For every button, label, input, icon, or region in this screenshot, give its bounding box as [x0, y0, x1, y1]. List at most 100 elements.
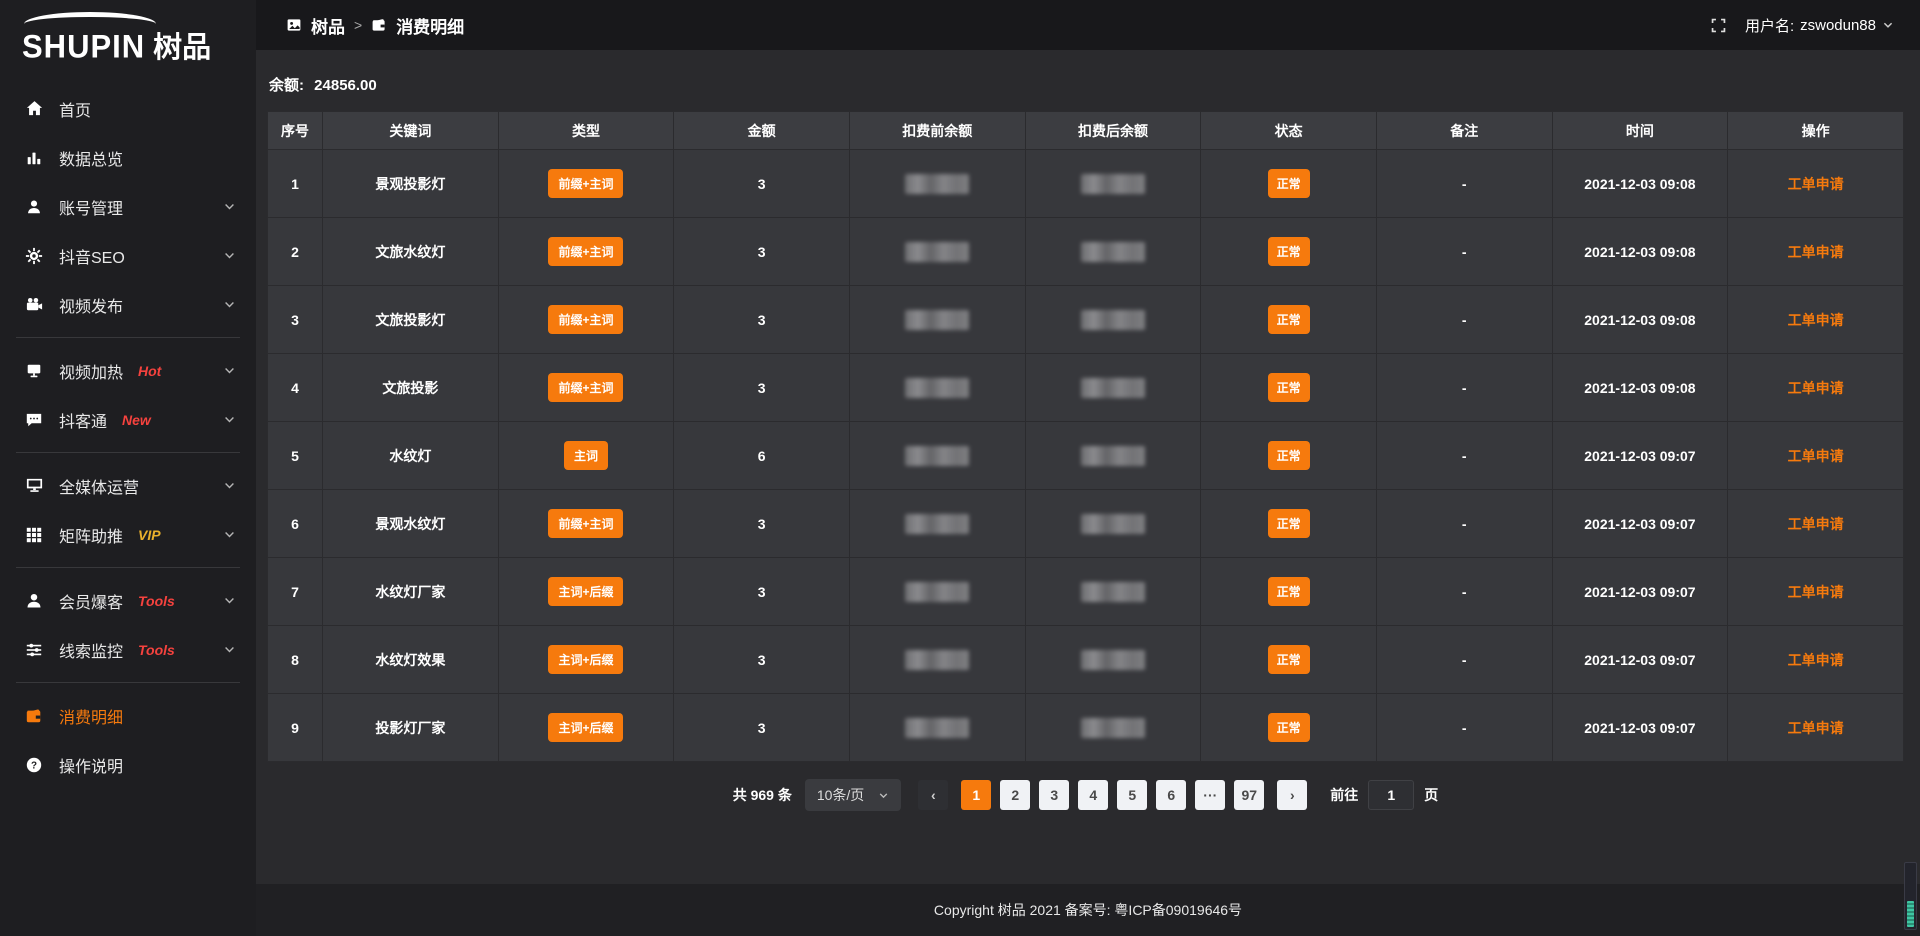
- cell-type: 前缀+主词: [498, 150, 674, 218]
- cell-time: 2021-12-03 09:07: [1552, 626, 1728, 694]
- page-button-97[interactable]: 97: [1234, 780, 1264, 810]
- page-size-select[interactable]: 10条/页: [805, 779, 901, 811]
- sliders-icon: [24, 640, 44, 660]
- work-order-link[interactable]: 工单申请: [1788, 584, 1844, 600]
- video-camera-icon: [24, 295, 44, 315]
- cell-index: 1: [268, 150, 323, 218]
- cell-time: 2021-12-03 09:08: [1552, 218, 1728, 286]
- sidebar-item-7[interactable]: 抖客通New: [0, 395, 256, 444]
- work-order-link[interactable]: 工单申请: [1788, 448, 1844, 464]
- column-header: 备注: [1376, 112, 1552, 150]
- work-order-link[interactable]: 工单申请: [1788, 652, 1844, 668]
- goto-page-input[interactable]: [1368, 780, 1414, 810]
- chevron-down-icon: [223, 528, 236, 541]
- page-button-6[interactable]: 6: [1156, 780, 1186, 810]
- sidebar-item-9[interactable]: 矩阵助推VIP: [0, 510, 256, 559]
- user-menu[interactable]: 用户名: zswodun88: [1745, 15, 1894, 36]
- page-button-5[interactable]: 5: [1117, 780, 1147, 810]
- sidebar-item-12[interactable]: 消费明细: [0, 691, 256, 740]
- sidebar-item-tag: New: [122, 412, 151, 428]
- sidebar-item-4[interactable]: 抖音SEO: [0, 231, 256, 280]
- scrollbar-thumb[interactable]: [1907, 901, 1914, 927]
- cell-type: 主词+后缀: [498, 626, 674, 694]
- cell-balance-before: [849, 558, 1025, 626]
- page-button-1[interactable]: 1: [961, 780, 991, 810]
- prev-page-button[interactable]: ‹: [918, 780, 948, 810]
- page-button-2[interactable]: 2: [1000, 780, 1030, 810]
- masked-balance: [1081, 582, 1145, 602]
- sidebar-item-label: 操作说明: [59, 753, 123, 777]
- cell-balance-after: [1025, 626, 1201, 694]
- member-icon: [24, 591, 44, 611]
- page-size-value: 10条/页: [817, 785, 864, 805]
- sidebar-item-11[interactable]: 线索监控Tools: [0, 625, 256, 674]
- page-ellipsis-button[interactable]: ···: [1195, 780, 1225, 810]
- cell-amount: 3: [674, 150, 850, 218]
- sidebar-item-label: 抖音SEO: [59, 244, 125, 268]
- cell-status: 正常: [1201, 218, 1377, 286]
- cell-time: 2021-12-03 09:07: [1552, 422, 1728, 490]
- type-badge: 主词: [564, 441, 608, 470]
- sidebar-item-6[interactable]: 视频加热Hot: [0, 346, 256, 395]
- chevron-down-icon: [223, 643, 236, 656]
- question-icon: ?: [24, 755, 44, 775]
- masked-balance: [905, 514, 969, 534]
- cell-balance-after: [1025, 490, 1201, 558]
- chevron-down-icon: [223, 249, 236, 262]
- work-order-link[interactable]: 工单申请: [1788, 516, 1844, 532]
- sidebar-item-label: 会员爆客: [59, 589, 123, 613]
- masked-balance: [1081, 718, 1145, 738]
- status-badge: 正常: [1268, 169, 1310, 198]
- cell-action: 工单申请: [1728, 558, 1904, 626]
- scrollbar[interactable]: [1904, 862, 1917, 930]
- work-order-link[interactable]: 工单申请: [1788, 380, 1844, 396]
- sidebar-item-tag: Hot: [138, 363, 161, 379]
- table-row: 4文旅投影前缀+主词3正常-2021-12-03 09:08工单申请: [268, 354, 1904, 422]
- masked-balance: [905, 650, 969, 670]
- status-badge: 正常: [1268, 713, 1310, 742]
- cell-remark: -: [1376, 150, 1552, 218]
- cell-index: 3: [268, 286, 323, 354]
- sidebar-item-5[interactable]: 视频发布: [0, 280, 256, 329]
- sidebar-item-2[interactable]: 数据总览: [0, 133, 256, 182]
- work-order-link[interactable]: 工单申请: [1788, 312, 1844, 328]
- status-badge: 正常: [1268, 441, 1310, 470]
- table-row: 7水纹灯厂家主词+后缀3正常-2021-12-03 09:07工单申请: [268, 558, 1904, 626]
- sidebar-divider: [16, 452, 240, 453]
- work-order-link[interactable]: 工单申请: [1788, 176, 1844, 192]
- sidebar-item-label: 首页: [59, 97, 91, 121]
- fullscreen-icon[interactable]: [1710, 17, 1727, 34]
- sidebar-item-1[interactable]: 首页: [0, 84, 256, 133]
- work-order-link[interactable]: 工单申请: [1788, 244, 1844, 260]
- table-row: 5水纹灯主词6正常-2021-12-03 09:07工单申请: [268, 422, 1904, 490]
- sidebar-item-3[interactable]: 账号管理: [0, 182, 256, 231]
- cell-type: 前缀+主词: [498, 354, 674, 422]
- table-row: 8水纹灯效果主词+后缀3正常-2021-12-03 09:07工单申请: [268, 626, 1904, 694]
- page-button-3[interactable]: 3: [1039, 780, 1069, 810]
- logo-text-cn: 树品: [153, 24, 211, 66]
- breadcrumb-item-home[interactable]: 树品: [311, 13, 345, 38]
- cell-balance-after: [1025, 286, 1201, 354]
- content: 余额: 24856.00 序号关键词类型金额扣费前余额扣费后余额状态备注时间操作…: [256, 50, 1920, 884]
- table-row: 6景观水纹灯前缀+主词3正常-2021-12-03 09:07工单申请: [268, 490, 1904, 558]
- work-order-link[interactable]: 工单申请: [1788, 720, 1844, 736]
- cell-amount: 3: [674, 354, 850, 422]
- sidebar-item-tag: Tools: [138, 642, 175, 658]
- cell-action: 工单申请: [1728, 490, 1904, 558]
- type-badge: 主词+后缀: [548, 577, 623, 606]
- masked-balance: [1081, 514, 1145, 534]
- masked-balance: [1081, 378, 1145, 398]
- sidebar-item-8[interactable]: 全媒体运营: [0, 461, 256, 510]
- sidebar-item-13[interactable]: ? 操作说明: [0, 740, 256, 789]
- column-header: 时间: [1552, 112, 1728, 150]
- page-button-4[interactable]: 4: [1078, 780, 1108, 810]
- app-logo: SHUPIN 树品: [0, 0, 256, 72]
- cell-remark: -: [1376, 490, 1552, 558]
- sidebar-item-10[interactable]: 会员爆客Tools: [0, 576, 256, 625]
- chevron-down-icon: [223, 298, 236, 311]
- logo-text-en: SHUPIN: [22, 28, 145, 66]
- cell-balance-after: [1025, 150, 1201, 218]
- next-page-button[interactable]: ›: [1277, 780, 1307, 810]
- masked-balance: [905, 174, 969, 194]
- cell-status: 正常: [1201, 354, 1377, 422]
